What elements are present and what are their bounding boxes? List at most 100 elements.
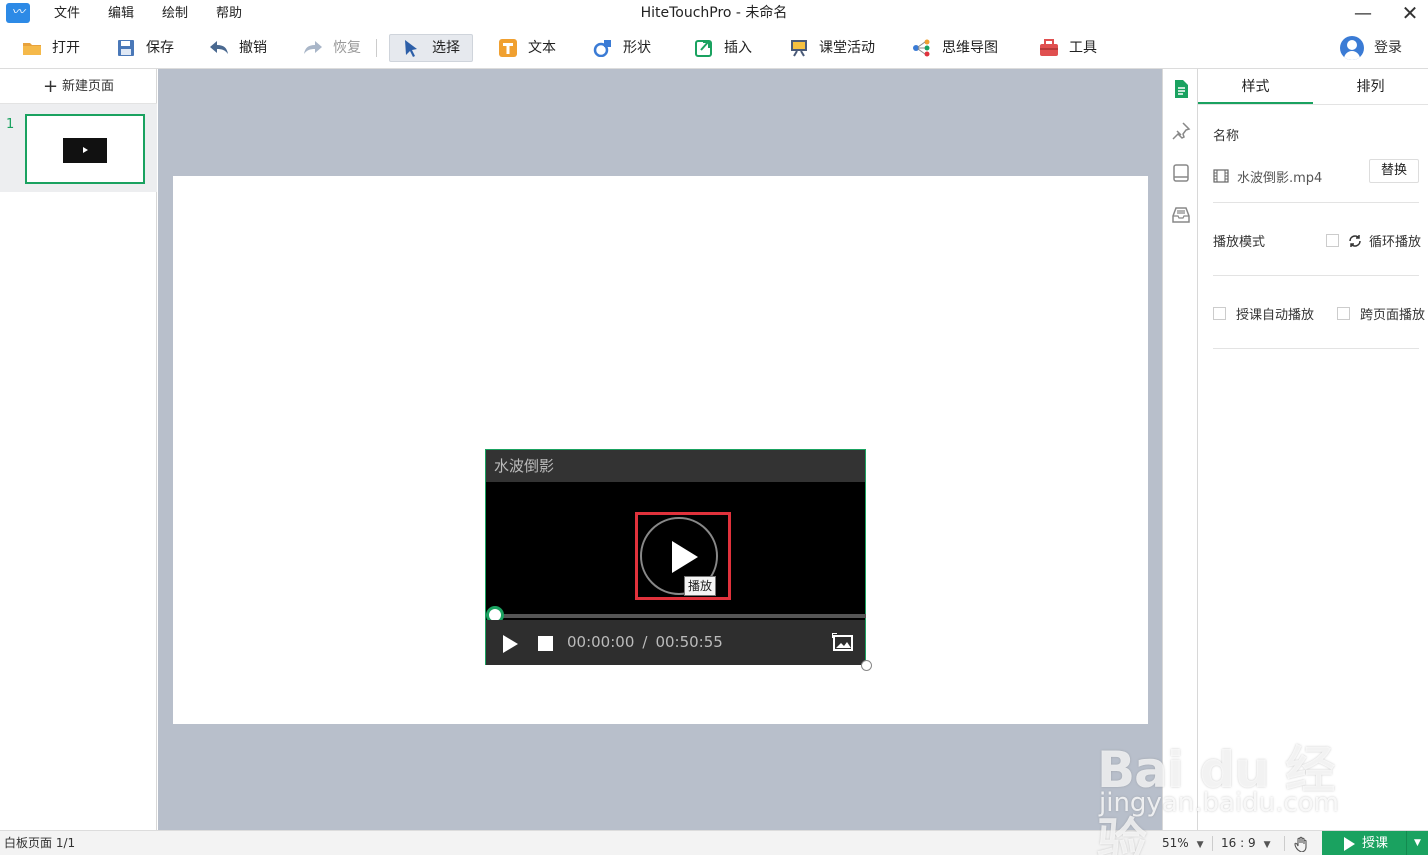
play-tooltip: 播放 — [684, 576, 717, 596]
mindmap-button[interactable]: 思维导图 — [906, 34, 1004, 62]
chevron-down-icon: ▼ — [1196, 840, 1204, 850]
shape-label: 形状 — [623, 40, 651, 56]
save-label: 保存 — [146, 40, 174, 56]
page-info: 白板页面 1/1 — [4, 836, 76, 850]
time-separator: / — [642, 633, 648, 651]
film-icon — [1213, 169, 1229, 183]
time-display: 00:00:00 / 00:50:55 — [567, 620, 723, 665]
auto-play-checkbox[interactable] — [1213, 307, 1226, 320]
classroom-activity-button[interactable]: 课堂活动 — [783, 34, 881, 62]
tools-button[interactable]: 工具 — [1033, 34, 1103, 62]
cross-page-option[interactable]: 跨页面播放 — [1337, 304, 1425, 323]
progress-bar[interactable] — [494, 614, 866, 618]
status-bar: 白板页面 1/1 51% ▼ 16 : 9 ▼ 授课 ▼ — [0, 830, 1428, 855]
avatar-icon — [1340, 36, 1364, 60]
play-icon — [1344, 837, 1355, 851]
title-bar: 〰 文件 编辑 绘制 帮助 HiteTouchPro - 未命名 — ✕ — [0, 0, 1428, 27]
new-page-label: 新建页面 — [62, 79, 115, 94]
window-title: HiteTouchPro - 未命名 — [640, 5, 788, 21]
text-button[interactable]: 文本 — [492, 34, 562, 62]
zoom-value: 51% — [1162, 836, 1189, 850]
close-window-button[interactable]: ✕ — [1390, 0, 1428, 27]
duration: 00:50:55 — [655, 633, 723, 651]
zoom-select[interactable]: 51% ▼ — [1162, 831, 1204, 855]
video-player[interactable]: 水波倒影 播放 00:00:00 / 00:50:55 — [485, 449, 866, 665]
property-tabs: 样式 排列 — [1198, 69, 1428, 105]
teach-label: 授课 — [1362, 836, 1389, 851]
replace-button[interactable]: 替换 — [1369, 159, 1419, 183]
chevron-down-icon: ▼ — [1263, 840, 1271, 850]
document-icon[interactable] — [1171, 79, 1191, 99]
page-number: 1 — [6, 117, 15, 132]
undo-button[interactable]: 撤销 — [203, 34, 273, 62]
toolbar-divider — [376, 39, 377, 57]
stop-control-icon[interactable] — [538, 636, 553, 651]
select-label: 选择 — [432, 40, 460, 56]
play-mode-label: 播放模式 — [1213, 235, 1266, 250]
current-time: 00:00:00 — [567, 633, 635, 651]
ratio-select[interactable]: 16 : 9 ▼ — [1221, 831, 1271, 855]
insert-icon — [695, 40, 712, 57]
resize-handle[interactable] — [861, 660, 872, 671]
undo-arrow-icon — [210, 41, 228, 54]
ratio-value: 16 : 9 — [1221, 836, 1256, 850]
insert-label: 插入 — [724, 40, 752, 56]
teach-button[interactable]: 授课 ▼ — [1322, 831, 1428, 855]
redo-arrow-icon — [304, 41, 322, 54]
tools-label: 工具 — [1069, 40, 1097, 56]
teach-dropdown-icon[interactable]: ▼ — [1406, 831, 1428, 855]
property-panel: 样式 排列 名称 水波倒影.mp4 替换 播放模式 循环播放 授课自动播放 跨页… — [1198, 69, 1428, 830]
file-name: 水波倒影.mp4 — [1237, 170, 1323, 186]
mindmap-label: 思维导图 — [942, 40, 998, 56]
minimize-button[interactable]: — — [1343, 0, 1383, 27]
main-toolbar: 打开 保存 撤销 恢复 选择 文本 形状 插入 课堂活动 思维导图 工具 登录 — [0, 27, 1428, 69]
tab-arrange[interactable]: 排列 — [1313, 69, 1428, 104]
screenshot-icon[interactable] — [832, 633, 854, 652]
open-button[interactable]: 打开 — [16, 34, 86, 62]
classroom-activity-label: 课堂活动 — [819, 40, 875, 56]
floppy-icon — [118, 40, 134, 56]
plus-icon: + — [42, 76, 59, 97]
new-page-button[interactable]: + 新建页面 — [0, 69, 157, 104]
save-button[interactable]: 保存 — [110, 34, 180, 62]
play-highlight-box: 播放 — [635, 512, 731, 600]
text-label: 文本 — [528, 40, 556, 56]
property-icon-strip — [1162, 69, 1198, 830]
book-icon[interactable] — [1171, 163, 1191, 183]
toolbox-icon — [1040, 39, 1058, 56]
loop-play-label: 循环播放 — [1369, 235, 1422, 250]
loop-play-option[interactable]: 循环播放 — [1326, 231, 1421, 250]
status-divider — [1212, 836, 1213, 851]
redo-button[interactable]: 恢复 — [297, 34, 367, 62]
inbox-icon[interactable] — [1171, 205, 1191, 225]
thumbnail-video-preview — [63, 138, 107, 163]
login-button[interactable]: 登录 — [1340, 34, 1402, 62]
play-control-icon[interactable] — [503, 635, 518, 653]
shape-icon — [593, 40, 611, 57]
mindmap-icon — [913, 39, 930, 57]
cross-page-checkbox[interactable] — [1337, 307, 1350, 320]
divider — [1213, 275, 1419, 276]
divider — [1213, 348, 1419, 349]
insert-button[interactable]: 插入 — [688, 34, 758, 62]
pin-icon[interactable] — [1171, 121, 1191, 141]
login-label: 登录 — [1374, 40, 1402, 56]
easel-icon — [791, 40, 807, 57]
tab-style[interactable]: 样式 — [1198, 69, 1313, 104]
undo-label: 撤销 — [239, 40, 267, 56]
page-thumbnail[interactable] — [25, 114, 145, 184]
select-button[interactable]: 选择 — [389, 34, 473, 62]
name-label: 名称 — [1213, 129, 1240, 144]
pages-panel: + 新建页面 1 — [0, 69, 157, 830]
status-divider — [1284, 836, 1285, 851]
canvas-area: 水波倒影 播放 00:00:00 / 00:50:55 — [158, 69, 1162, 830]
cursor-icon — [405, 40, 417, 57]
shape-button[interactable]: 形状 — [587, 34, 657, 62]
whiteboard-slide[interactable]: 水波倒影 播放 00:00:00 / 00:50:55 — [173, 176, 1148, 724]
page-thumbnail-row[interactable]: 1 — [0, 104, 157, 192]
loop-checkbox[interactable] — [1326, 234, 1339, 247]
video-title: 水波倒影 — [486, 450, 865, 482]
auto-play-option[interactable]: 授课自动播放 — [1213, 304, 1314, 323]
cross-page-label: 跨页面播放 — [1360, 308, 1426, 323]
hand-icon[interactable] — [1293, 836, 1309, 852]
